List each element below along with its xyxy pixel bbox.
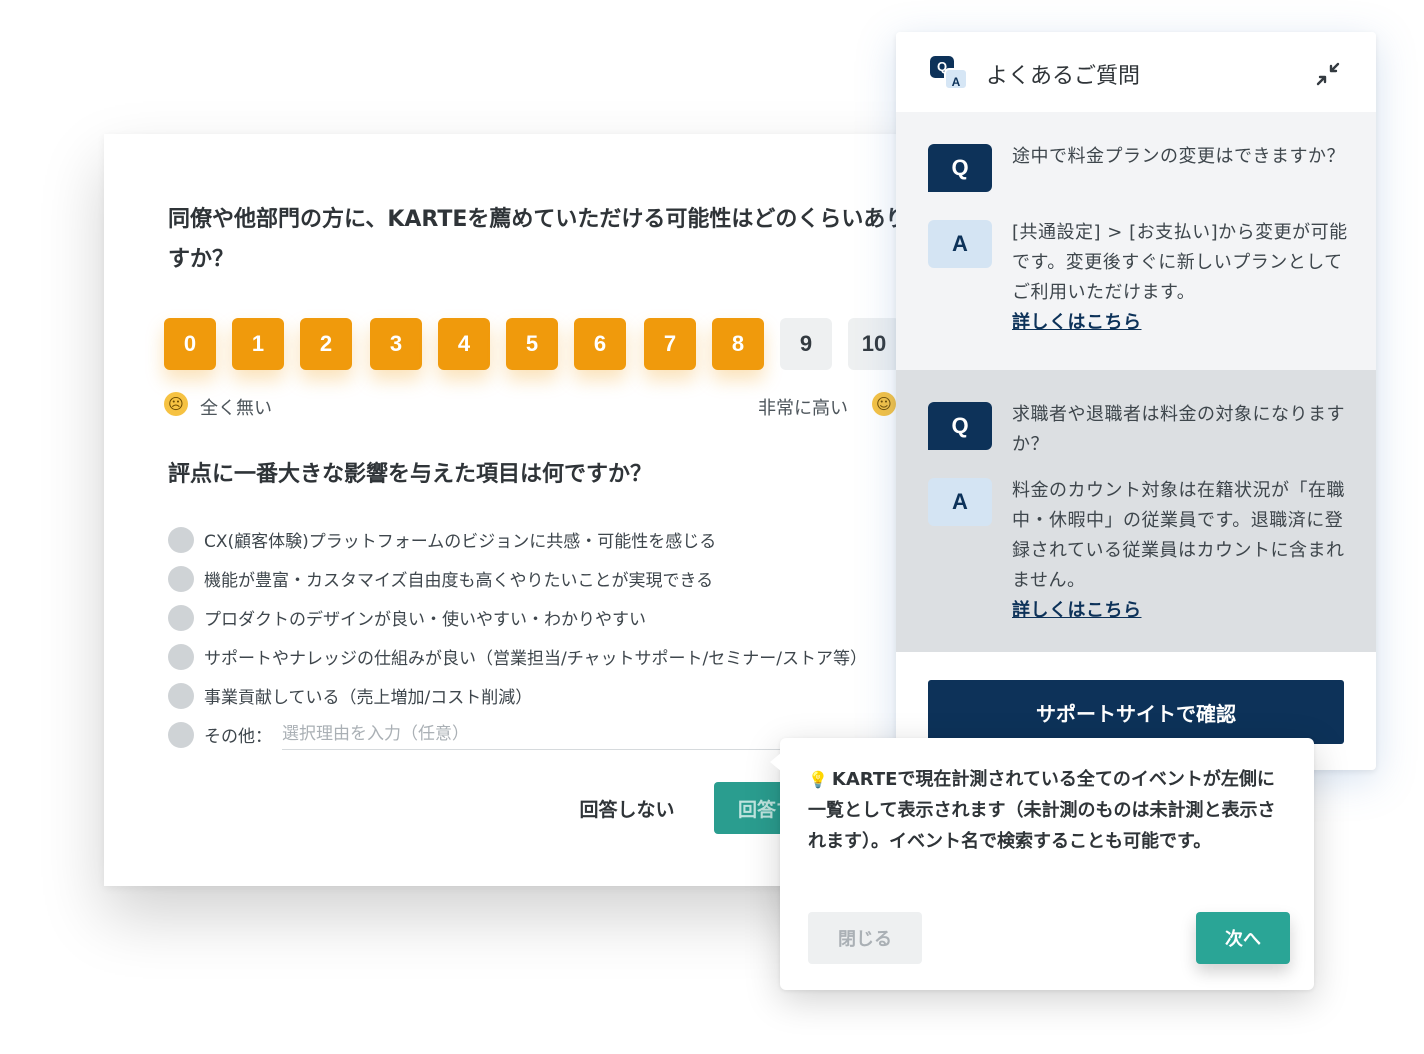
option-item[interactable]: 機能が豊富・カスタマイズ自由度も高くやりたいことが実現できる xyxy=(168,559,944,598)
qa-icon-a: A xyxy=(944,68,968,90)
faq-answer-block: [共通設定] > [お支払い]から変更が可能です。変更後すぐに新しいプランとして… xyxy=(1012,218,1348,338)
scale-button-6[interactable]: 6 xyxy=(574,318,626,370)
nps-scale: 0 1 2 3 4 5 6 7 8 9 10 xyxy=(164,318,924,370)
faq-detail-link[interactable]: 詳しくはこちら xyxy=(1012,596,1348,626)
scale-button-10[interactable]: 10 xyxy=(848,318,900,370)
scale-button-8[interactable]: 8 xyxy=(712,318,764,370)
scale-button-1[interactable]: 1 xyxy=(232,318,284,370)
faq-item: Q 途中で料金プランの変更はできますか？ A [共通設定] > [お支払い]から… xyxy=(896,112,1376,370)
question-badge: Q xyxy=(928,402,992,450)
option-label: 機能が豊富・カスタマイズ自由度も高くやりたいことが実現できる xyxy=(204,571,714,591)
question-reason: 評点に一番大きな影響を与えた項目は何ですか？ xyxy=(168,462,653,487)
question-badge: Q xyxy=(928,144,992,192)
faq-item: Q 求職者や退職者は料金の対象になりますか？ A 料金のカウント対象は在籍状況が… xyxy=(896,370,1376,652)
faq-question: 途中で料金プランの変更はできますか？ xyxy=(1012,146,1345,167)
scale-button-3[interactable]: 3 xyxy=(370,318,422,370)
option-item[interactable]: プロダクトのデザインが良い・使いやすい・わかりやすい xyxy=(168,598,944,637)
radio-button[interactable] xyxy=(168,565,194,592)
faq-answer-block: 料金のカウント対象は在籍状況が「在職中・休暇中」の従業員です。退職済に登録されて… xyxy=(1012,476,1348,626)
answer-badge: A xyxy=(928,220,992,268)
option-item[interactable]: サポートやナレッジの仕組みが良い（営業担当/チャットサポート/セミナー/ストア等… xyxy=(168,637,944,676)
tooltip-text-block: 💡 KARTEで現在計測されている全てのイベントが左側に一覧として表示されます（未… xyxy=(808,764,1292,857)
other-label: その他： xyxy=(204,727,272,747)
scale-high-label: 非常に高い xyxy=(758,398,848,419)
option-label: サポートやナレッジの仕組みが良い（営業担当/チャットサポート/セミナー/ストア等… xyxy=(204,649,868,669)
scale-button-4[interactable]: 4 xyxy=(438,318,490,370)
option-label: 事業貢献している（売上増加/コスト削減） xyxy=(204,688,533,708)
faq-title: よくあるご質問 xyxy=(986,64,1141,89)
option-item[interactable]: 事業貢献している（売上増加/コスト削減） xyxy=(168,676,944,715)
radio-button[interactable] xyxy=(168,643,194,670)
guide-tooltip: 💡 KARTEで現在計測されている全てのイベントが左側に一覧として表示されます（未… xyxy=(770,738,1314,990)
radio-button[interactable] xyxy=(168,526,194,553)
faq-answer: [共通設定] > [お支払い]から変更が可能です。変更後すぐに新しいプランとして… xyxy=(1012,222,1348,303)
faq-header: Q A よくあるご質問 xyxy=(896,32,1376,112)
question-nps: 同僚や他部門の方に、KARTEを薦めていただける可能性はどのくらいありますか？ xyxy=(168,207,930,272)
option-label: CX(顧客体験)プラットフォームのビジョンに共感・可能性を感じる xyxy=(204,532,717,552)
scale-button-0[interactable]: 0 xyxy=(164,318,216,370)
faq-question: 求職者や退職者は料金の対象になりますか？ xyxy=(1012,404,1345,455)
radio-button[interactable] xyxy=(168,721,194,748)
option-item[interactable]: CX(顧客体験)プラットフォームのビジョンに共感・可能性を感じる xyxy=(168,520,944,559)
tooltip-text: KARTEで現在計測されている全てのイベントが左側に一覧として表示されます（未計… xyxy=(808,769,1276,852)
scale-button-5[interactable]: 5 xyxy=(506,318,558,370)
scale-button-2[interactable]: 2 xyxy=(300,318,352,370)
scale-labels: ☹ 全く無い 非常に高い ☺ xyxy=(164,392,944,422)
collapse-icon[interactable] xyxy=(1314,60,1342,88)
sad-face-icon: ☹ xyxy=(164,392,188,416)
scale-button-9[interactable]: 9 xyxy=(780,318,832,370)
answer-badge: A xyxy=(928,478,992,526)
skip-button[interactable]: 回答しない xyxy=(562,782,692,834)
radio-button[interactable] xyxy=(168,682,194,709)
faq-panel: Q A よくあるご質問 Q 途中で料金プランの変更はできますか？ A [共通設定… xyxy=(896,32,1376,770)
support-site-button[interactable]: サポートサイトで確認 xyxy=(928,680,1344,744)
radio-button[interactable] xyxy=(168,604,194,631)
scale-low-label: 全く無い xyxy=(200,398,272,419)
qa-icon: Q A xyxy=(930,56,970,90)
faq-detail-link[interactable]: 詳しくはこちら xyxy=(1012,308,1348,338)
close-button[interactable]: 閉じる xyxy=(808,912,922,964)
smile-face-icon: ☺ xyxy=(872,392,896,416)
other-reason-input[interactable] xyxy=(282,719,782,750)
tooltip-arrow xyxy=(770,752,782,772)
faq-answer: 料金のカウント対象は在籍状況が「在職中・休暇中」の従業員です。退職済に登録されて… xyxy=(1012,480,1345,591)
next-button[interactable]: 次へ xyxy=(1196,912,1290,964)
lightbulb-icon: 💡 xyxy=(808,770,828,789)
reason-options: CX(顧客体験)プラットフォームのビジョンに共感・可能性を感じる 機能が豊富・カ… xyxy=(168,520,944,754)
scale-button-7[interactable]: 7 xyxy=(644,318,696,370)
option-label: プロダクトのデザインが良い・使いやすい・わかりやすい xyxy=(204,610,646,630)
